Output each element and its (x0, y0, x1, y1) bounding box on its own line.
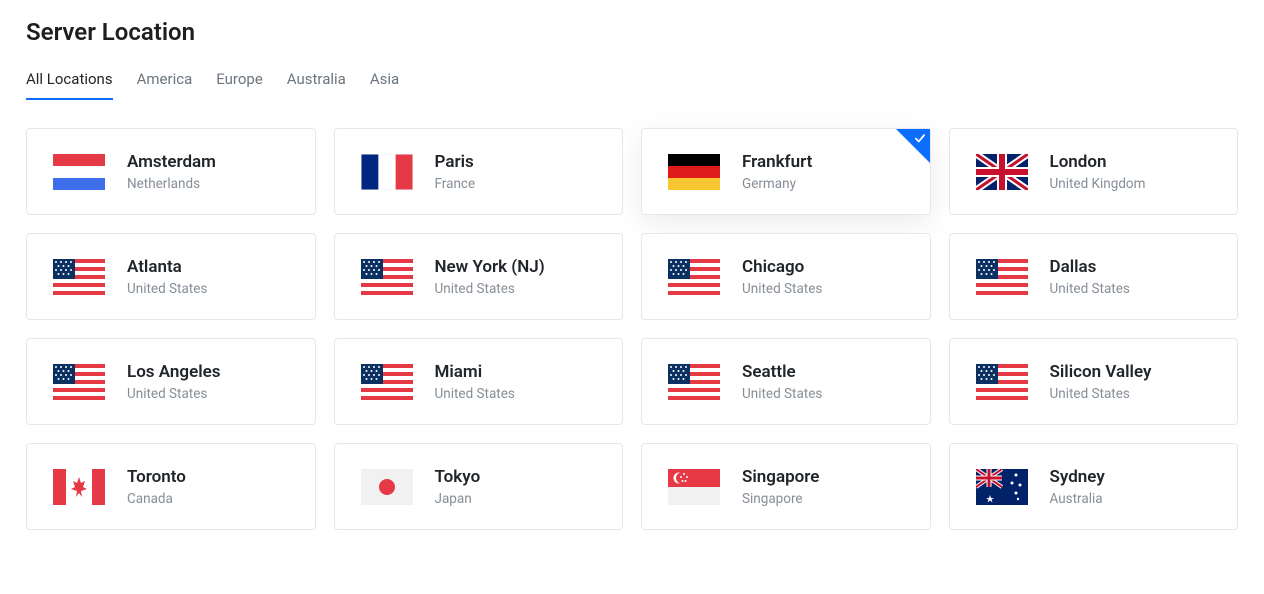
location-card-toronto[interactable]: Toronto Canada (26, 443, 316, 530)
location-country: United States (127, 281, 207, 297)
location-text: Amsterdam Netherlands (127, 151, 216, 192)
location-card-chicago[interactable]: Chicago United States (641, 233, 931, 320)
flag-icon-jp (361, 469, 413, 505)
location-country: Japan (435, 491, 481, 507)
location-text: New York (NJ) United States (435, 256, 545, 297)
location-text: Toronto Canada (127, 466, 186, 507)
location-text: Singapore Singapore (742, 466, 819, 507)
flag-icon-us (53, 259, 105, 295)
location-grid: Amsterdam Netherlands Paris France Frankfurt… (26, 128, 1238, 530)
location-text: Sydney Australia (1050, 466, 1105, 507)
flag-icon-us (668, 364, 720, 400)
check-icon (913, 131, 927, 145)
location-city: Singapore (742, 466, 819, 488)
flag-icon-us (53, 364, 105, 400)
location-country: United Kingdom (1050, 176, 1146, 192)
tab-europe[interactable]: Europe (216, 70, 263, 100)
location-text: Silicon Valley United States (1050, 361, 1152, 402)
location-card-dallas[interactable]: Dallas United States (949, 233, 1239, 320)
location-city: London (1050, 151, 1146, 173)
location-text: Dallas United States (1050, 256, 1130, 297)
location-city: Frankfurt (742, 151, 812, 173)
location-country: United States (1050, 386, 1152, 402)
location-text: Seattle United States (742, 361, 822, 402)
location-city: Seattle (742, 361, 822, 383)
flag-icon-nl (53, 154, 105, 190)
location-country: United States (742, 386, 822, 402)
location-country: Singapore (742, 491, 819, 507)
tabs: All Locations America Europe Australia Asia (26, 70, 1238, 100)
tab-australia[interactable]: Australia (287, 70, 346, 100)
location-text: Tokyo Japan (435, 466, 481, 507)
flag-icon-ca (53, 469, 105, 505)
location-country: United States (435, 386, 515, 402)
location-country: France (435, 176, 476, 192)
location-card-new-york[interactable]: New York (NJ) United States (334, 233, 624, 320)
location-country: Netherlands (127, 176, 216, 192)
location-country: United States (742, 281, 822, 297)
location-country: Australia (1050, 491, 1105, 507)
flag-icon-us (361, 259, 413, 295)
location-card-seattle[interactable]: Seattle United States (641, 338, 931, 425)
location-country: United States (1050, 281, 1130, 297)
location-text: Chicago United States (742, 256, 822, 297)
location-city: Dallas (1050, 256, 1130, 278)
location-text: Frankfurt Germany (742, 151, 812, 192)
location-city: Amsterdam (127, 151, 216, 173)
location-card-tokyo[interactable]: Tokyo Japan (334, 443, 624, 530)
location-text: Los Angeles United States (127, 361, 221, 402)
location-card-london[interactable]: London United Kingdom (949, 128, 1239, 215)
location-text: London United Kingdom (1050, 151, 1146, 192)
flag-icon-us (976, 364, 1028, 400)
flag-icon-sg (668, 469, 720, 505)
location-city: Paris (435, 151, 476, 173)
location-country: United States (435, 281, 545, 297)
location-card-amsterdam[interactable]: Amsterdam Netherlands (26, 128, 316, 215)
location-city: Sydney (1050, 466, 1105, 488)
location-card-los-angeles[interactable]: Los Angeles United States (26, 338, 316, 425)
location-country: Germany (742, 176, 812, 192)
flag-icon-us (668, 259, 720, 295)
location-card-singapore[interactable]: Singapore Singapore (641, 443, 931, 530)
tab-america[interactable]: America (137, 70, 193, 100)
location-text: Miami United States (435, 361, 515, 402)
location-city: Chicago (742, 256, 822, 278)
location-card-silicon-valley[interactable]: Silicon Valley United States (949, 338, 1239, 425)
location-city: Tokyo (435, 466, 481, 488)
location-city: Atlanta (127, 256, 207, 278)
flag-icon-de (668, 154, 720, 190)
location-city: Toronto (127, 466, 186, 488)
tab-all-locations[interactable]: All Locations (26, 70, 113, 100)
tab-asia[interactable]: Asia (370, 70, 399, 100)
location-city: Los Angeles (127, 361, 221, 383)
flag-icon-us (976, 259, 1028, 295)
location-text: Atlanta United States (127, 256, 207, 297)
location-country: United States (127, 386, 221, 402)
location-country: Canada (127, 491, 186, 507)
location-card-sydney[interactable]: Sydney Australia (949, 443, 1239, 530)
page-title: Server Location (26, 18, 1238, 46)
location-city: New York (NJ) (435, 256, 545, 278)
location-card-atlanta[interactable]: Atlanta United States (26, 233, 316, 320)
flag-icon-us (361, 364, 413, 400)
flag-icon-fr (361, 154, 413, 190)
location-card-paris[interactable]: Paris France (334, 128, 624, 215)
location-card-miami[interactable]: Miami United States (334, 338, 624, 425)
location-city: Silicon Valley (1050, 361, 1152, 383)
location-text: Paris France (435, 151, 476, 192)
location-card-frankfurt[interactable]: Frankfurt Germany (641, 128, 931, 215)
flag-icon-gb (976, 154, 1028, 190)
flag-icon-au (976, 469, 1028, 505)
location-city: Miami (435, 361, 515, 383)
